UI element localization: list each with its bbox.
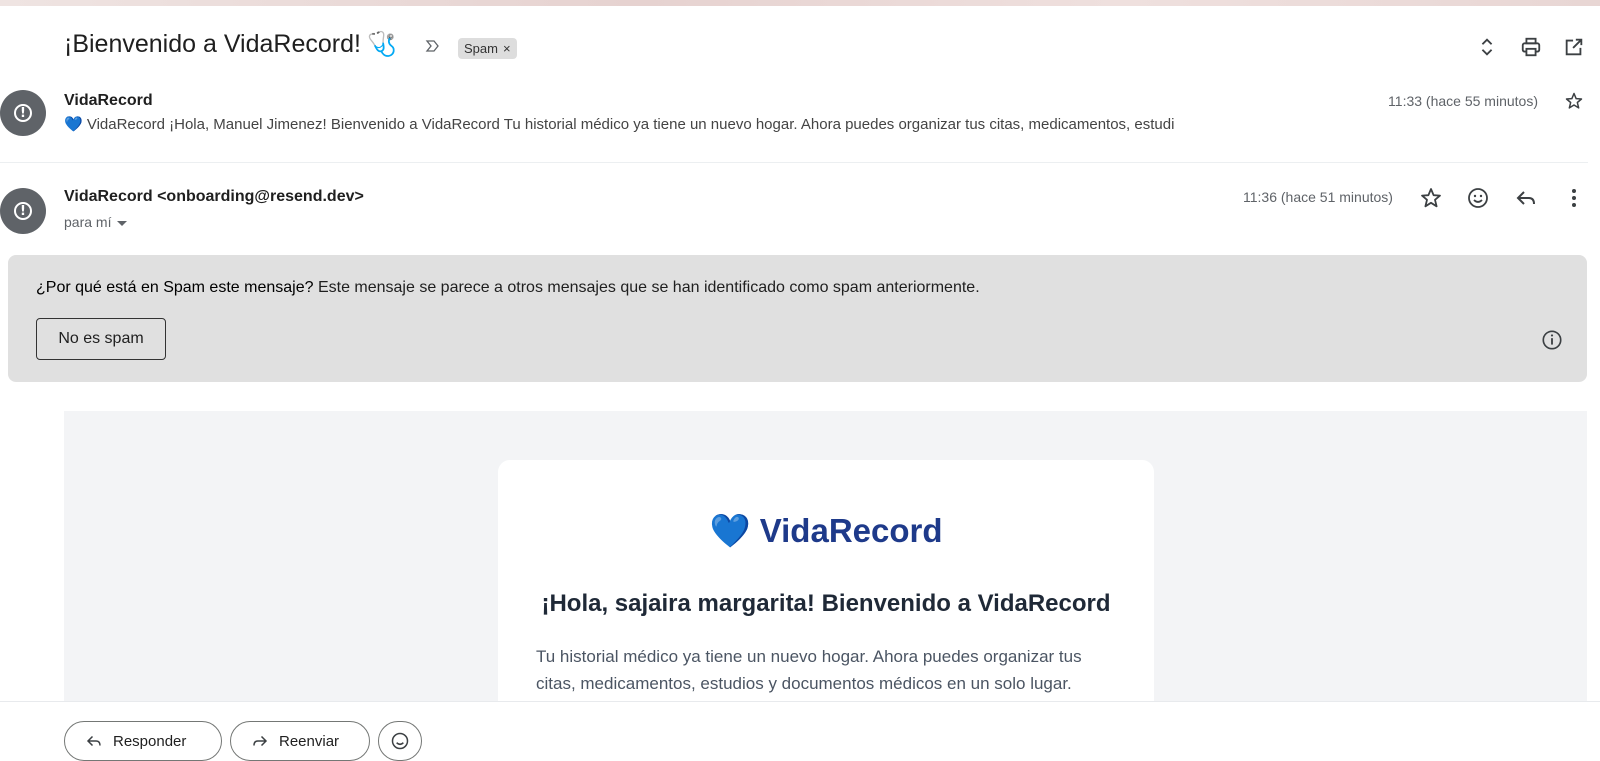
recipient-text: para mí — [64, 214, 112, 230]
spam-warning-banner: ¿Por qué está en Spam este mensaje? Este… — [8, 255, 1587, 382]
message1-time: 11:33 (hace 55 minutos) — [1388, 93, 1538, 109]
not-spam-button[interactable]: No es spam — [36, 318, 166, 360]
star-icon[interactable] — [1419, 186, 1443, 210]
reply-icon[interactable] — [1514, 186, 1538, 210]
email-content-card: 💙 VidaRecord ¡Hola, sajaira margarita! B… — [498, 460, 1154, 720]
thread-subject: ¡Bienvenido a VidaRecord! 🩺 — [64, 30, 397, 59]
emoji-icon — [391, 732, 409, 750]
message2-time: 11:36 (hace 51 minutos) — [1243, 189, 1393, 205]
email-paragraph: Tu historial médico ya tiene un nuevo ho… — [536, 647, 1082, 693]
open-in-new-window-icon[interactable] — [1563, 36, 1585, 58]
sender-avatar: ! — [0, 90, 46, 136]
expand-collapse-icon[interactable] — [1476, 36, 1498, 58]
email-greeting: ¡Hola, sajaira margarita! Bienvenido a V… — [541, 590, 1111, 617]
message1-sender[interactable]: VidaRecord — [64, 92, 153, 110]
forward-button[interactable]: Reenviar — [230, 721, 370, 761]
spam-reason: ¿Por qué está en Spam este mensaje? Este… — [36, 279, 980, 297]
forward-label: Reenviar — [279, 732, 340, 750]
message1-snippet[interactable]: 💙 VidaRecord ¡Hola, Manuel Jimenez! Bien… — [64, 115, 1224, 133]
more-options-icon[interactable] — [1562, 186, 1586, 210]
reply-button[interactable]: Responder — [64, 721, 222, 761]
importance-marker-icon[interactable] — [424, 38, 440, 54]
warning-icon: ! — [14, 104, 32, 122]
message2-sender: VidaRecord <onboarding@resend.dev> — [64, 188, 364, 205]
warning-icon: ! — [14, 202, 32, 220]
spam-explanation: Este mensaje se parece a otros mensajes … — [313, 279, 980, 296]
recipient-details-toggle[interactable]: para mí — [64, 214, 128, 230]
star-icon[interactable] — [1564, 91, 1584, 111]
subject-text: ¡Bienvenido a VidaRecord! — [64, 30, 361, 58]
reply-icon — [86, 735, 101, 747]
spam-label-chip[interactable]: Spam × — [458, 38, 517, 59]
stethoscope-emoji: 🩺 — [366, 31, 397, 58]
reply-label: Responder — [113, 732, 187, 750]
remove-label-icon[interactable]: × — [503, 38, 511, 59]
forward-icon — [253, 735, 268, 747]
emoji-reaction-icon[interactable] — [1466, 186, 1490, 210]
email-brand-heading: 💙 VidaRecord — [709, 512, 943, 549]
sender-avatar: ! — [0, 188, 46, 234]
top-gradient-strip — [0, 0, 1600, 6]
print-icon[interactable] — [1520, 36, 1542, 58]
chevron-down-icon — [117, 220, 128, 226]
info-icon[interactable] — [1541, 329, 1563, 351]
reply-actions-bar: Responder Reenviar — [0, 701, 1600, 761]
emoji-reaction-button[interactable] — [378, 721, 422, 761]
spam-question: ¿Por qué está en Spam este mensaje? — [36, 279, 314, 296]
message-divider — [0, 162, 1588, 163]
spam-label-text: Spam — [464, 41, 498, 56]
